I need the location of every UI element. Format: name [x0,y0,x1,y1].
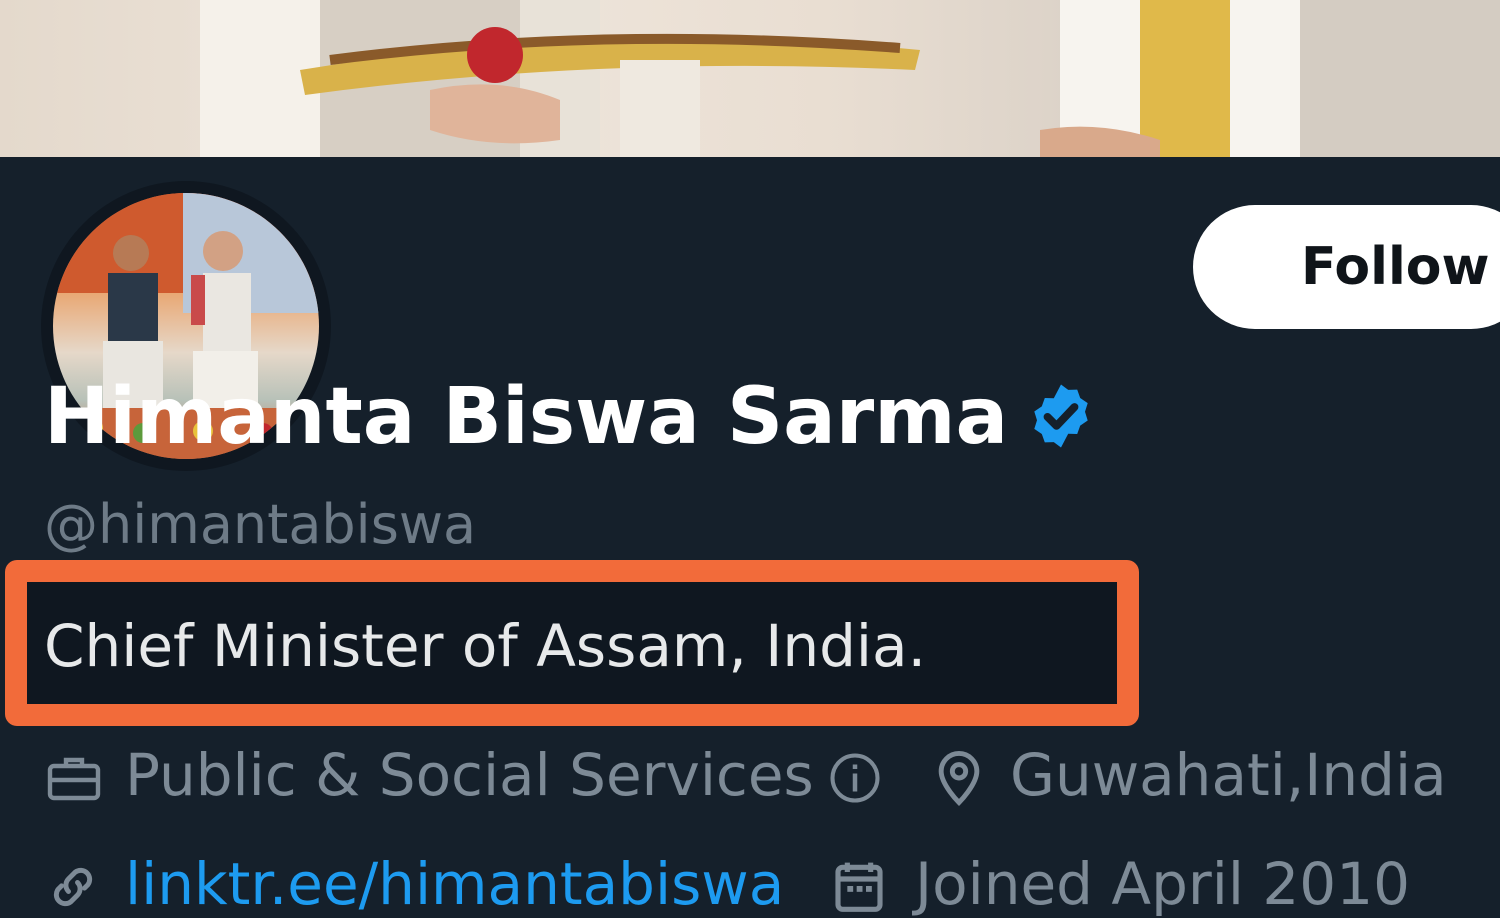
location-pin-icon [938,751,980,807]
follow-button[interactable]: Follow [1193,205,1500,329]
verified-badge-icon[interactable] [1025,380,1097,452]
link-icon [53,867,93,907]
profile-links-row: linktr.ee/himantabiswa Joined April 2010 [0,850,1500,918]
profile-handle: @himantabiswa [44,493,477,556]
info-icon[interactable] [828,751,882,805]
display-name: Himanta Biswa Sarma [44,372,1009,462]
calendar-icon [835,862,883,912]
profile-website-link[interactable]: linktr.ee/himantabiswa [125,850,784,918]
profile-banner[interactable] [0,0,1500,157]
briefcase-icon [47,757,101,801]
profile-category: Public & Social Services [125,741,814,809]
banner-photo [200,0,1500,157]
profile-meta-row: Public & Social Services Guwahati,India [0,741,1500,811]
profile-joined-date: Joined April 2010 [915,850,1411,918]
profile-bio: Chief Minister of Assam, India. [44,612,927,680]
profile-location: Guwahati,India [1010,741,1447,809]
